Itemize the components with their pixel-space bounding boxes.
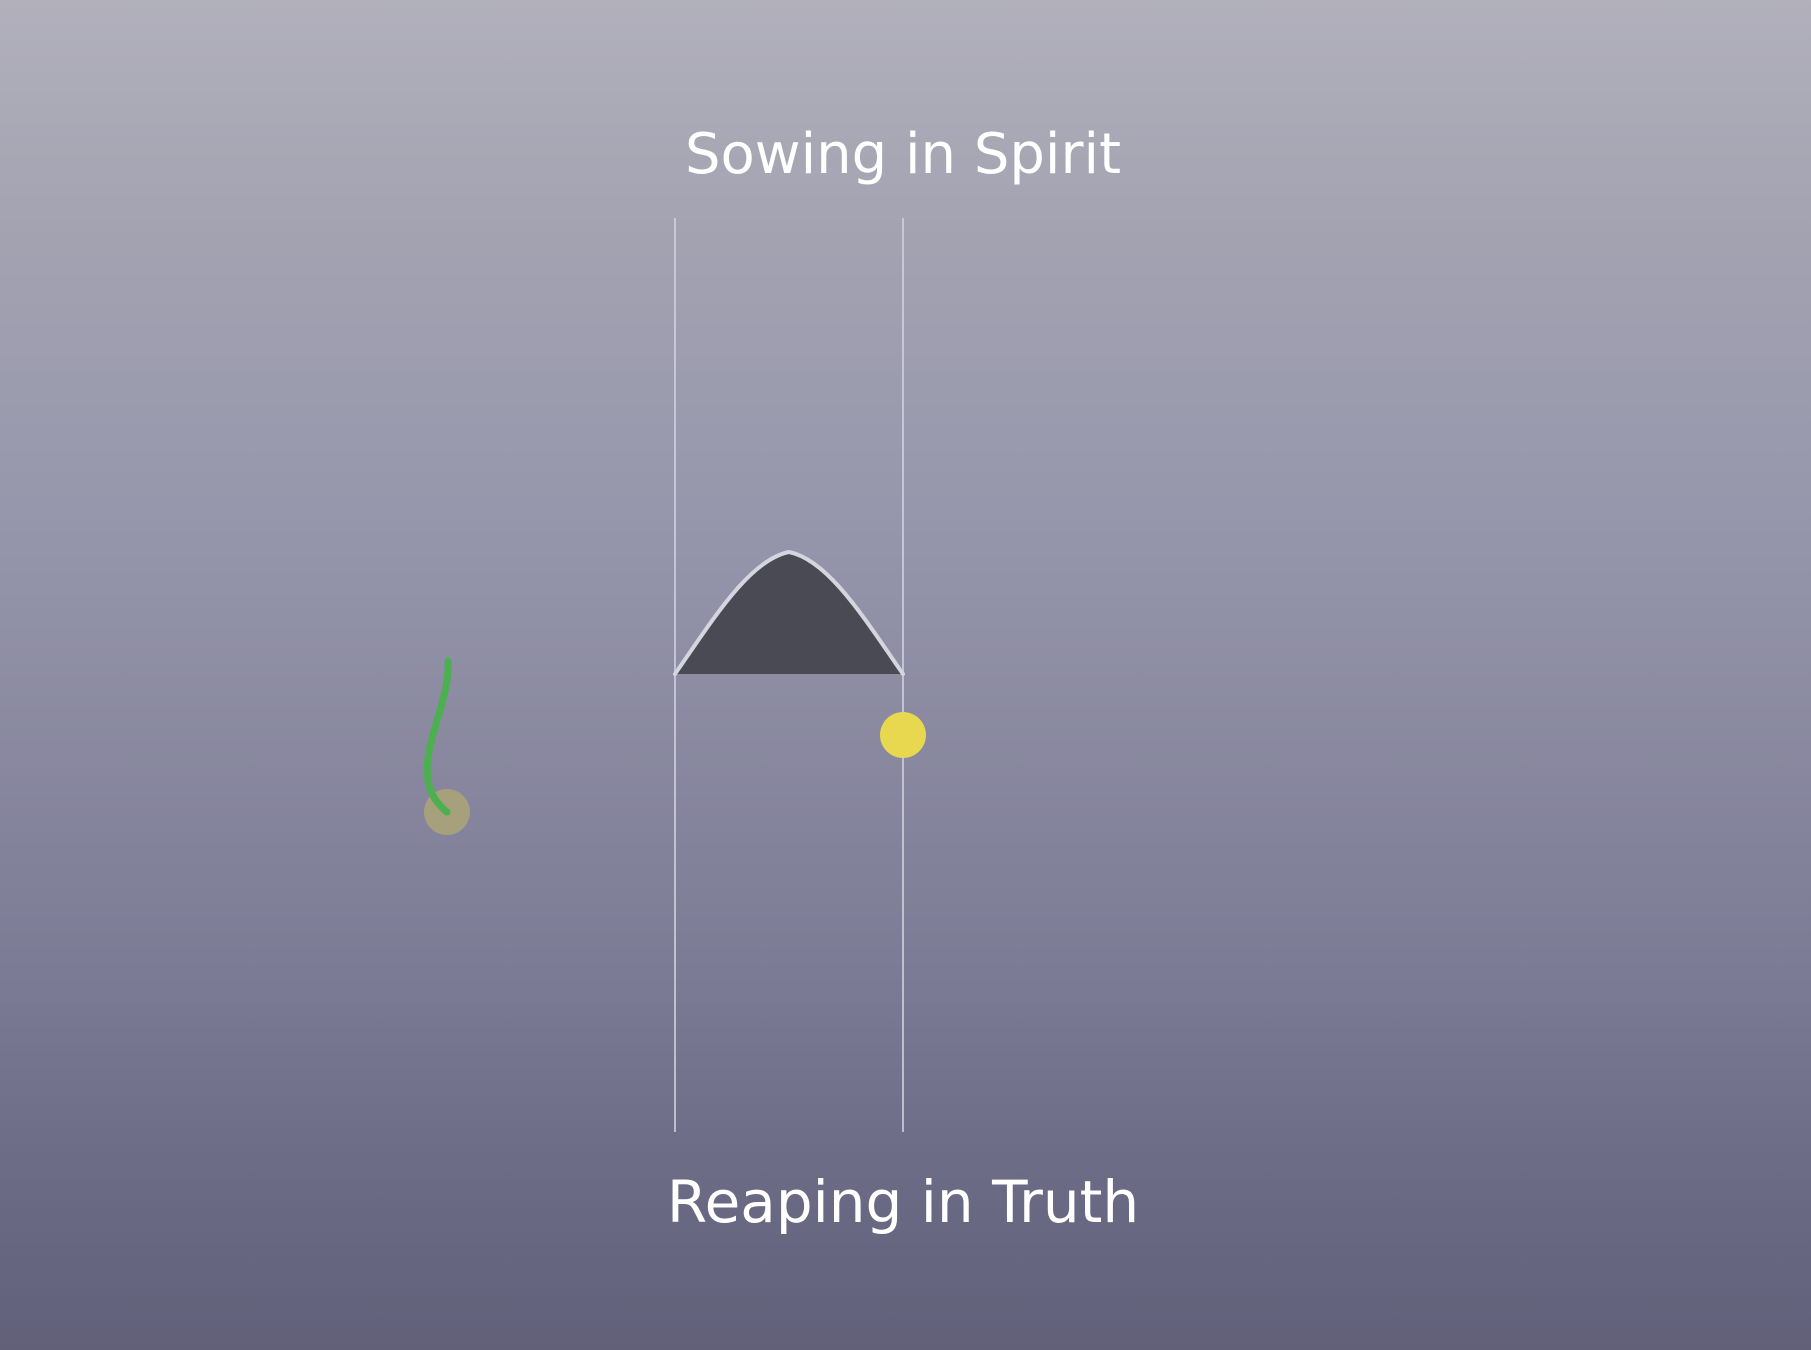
sun-icon — [880, 712, 926, 758]
earth-mound-fill — [675, 552, 903, 674]
scene-illustration: Sowing in Spirit Reaping in Truth — [423, 122, 1139, 1236]
top-caption: Sowing in Spirit — [685, 122, 1121, 187]
bottom-caption: Reaping in Truth — [667, 1168, 1139, 1236]
scene-canvas: Sowing in Spirit Reaping in Truth — [0, 0, 1811, 1350]
